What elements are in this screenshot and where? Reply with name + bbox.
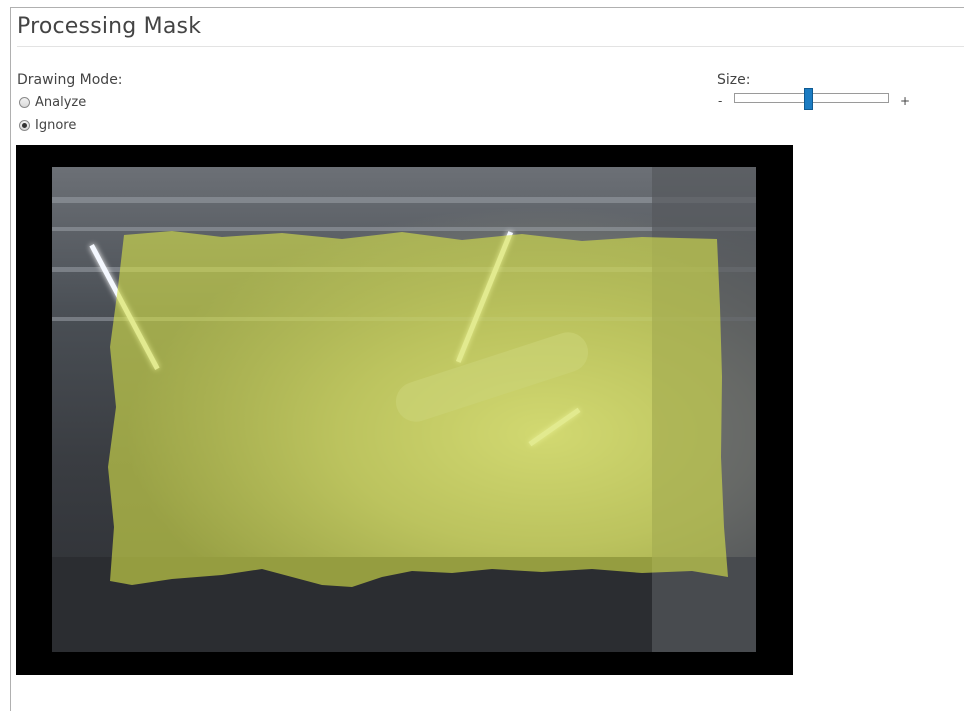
size-decrease-label: -	[718, 94, 723, 108]
title-divider	[17, 46, 964, 47]
ignore-radio-label: Ignore	[35, 118, 77, 133]
size-slider-thumb[interactable]	[804, 88, 814, 110]
page-title: Processing Mask	[17, 14, 202, 39]
size-increase-label: +	[900, 94, 911, 108]
drawing-mode-label: Drawing Mode:	[17, 72, 123, 88]
mask-region[interactable]	[108, 231, 728, 587]
size-label: Size:	[717, 72, 751, 88]
processing-mask-overlay[interactable]	[52, 167, 756, 652]
camera-image	[52, 167, 756, 652]
analyze-radio-label: Analyze	[35, 95, 87, 110]
analyze-radio[interactable]	[19, 97, 30, 108]
radio-option-ignore[interactable]: Ignore	[19, 118, 76, 133]
video-frame	[16, 145, 793, 675]
ignore-radio[interactable]	[19, 120, 30, 131]
radio-option-analyze[interactable]: Analyze	[19, 95, 86, 110]
